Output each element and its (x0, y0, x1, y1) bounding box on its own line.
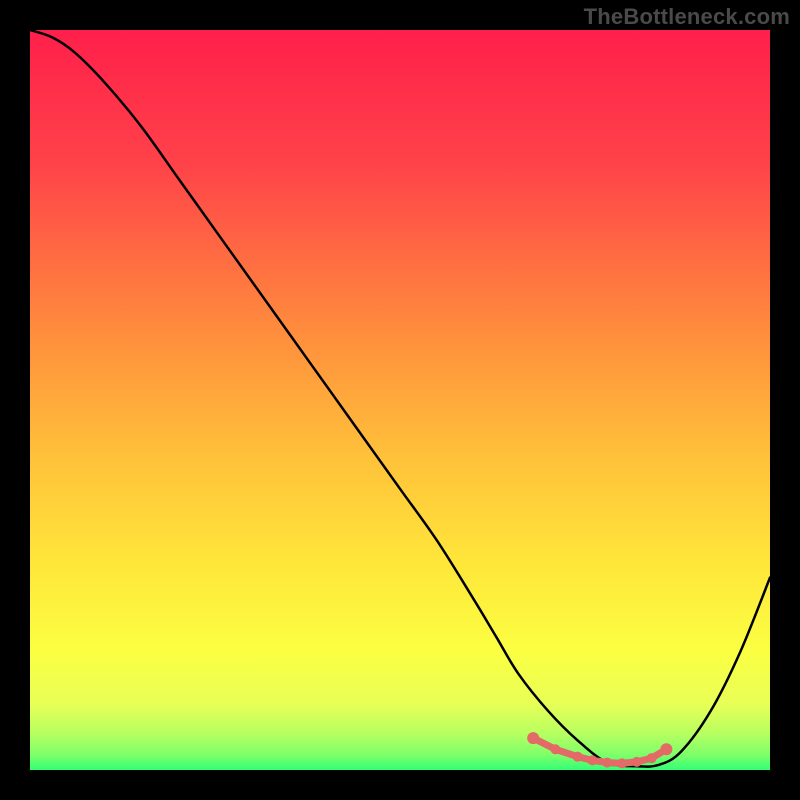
optimal-marker (602, 758, 612, 768)
optimal-marker (660, 743, 672, 755)
optimal-marker (617, 758, 627, 768)
gradient-background (30, 30, 770, 770)
optimal-marker (573, 752, 583, 762)
watermark-text: TheBottleneck.com (584, 4, 790, 30)
bottleneck-chart (30, 30, 770, 770)
optimal-marker (587, 755, 597, 765)
optimal-marker (647, 753, 657, 763)
optimal-marker (527, 732, 539, 744)
optimal-marker (550, 744, 560, 754)
optimal-marker (632, 757, 642, 767)
